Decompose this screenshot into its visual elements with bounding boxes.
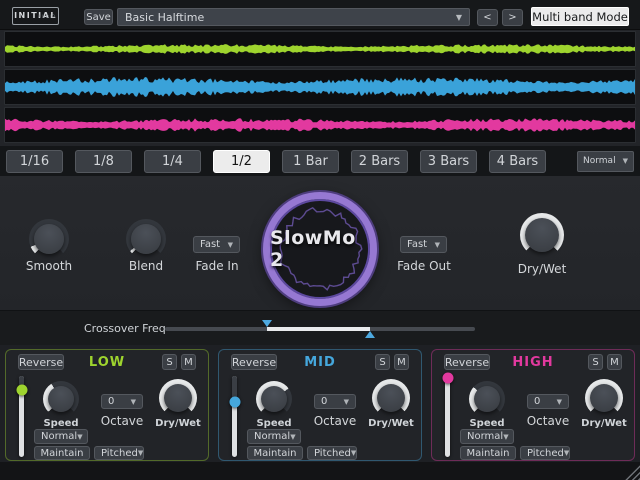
preset-next-button[interactable]: > xyxy=(502,9,523,26)
crossover-freq-slider[interactable] xyxy=(165,327,475,331)
time-division-row: 1/16 1/8 1/4 1/2 1 Bar 2 Bars 3 Bars 4 B… xyxy=(0,146,640,176)
logo-sub-text: AUDIO xyxy=(38,9,56,24)
division-button-4-bars[interactable]: 4 Bars xyxy=(489,150,546,173)
chevron-down-icon: ▼ xyxy=(564,449,569,457)
chevron-down-icon: ▼ xyxy=(77,433,82,441)
crossover-range-fill xyxy=(267,327,369,331)
division-button-3-bars[interactable]: 3 Bars xyxy=(420,150,477,173)
low-mute-button[interactable]: M xyxy=(181,354,196,370)
division-button-1-8[interactable]: 1/8 xyxy=(75,150,132,173)
low-band-title: LOW xyxy=(6,355,208,370)
waveform-display-high xyxy=(4,107,636,143)
blend-label: Blend xyxy=(106,259,186,273)
fade-in-label: Fade In xyxy=(186,259,248,273)
crossover-handle-low-mid[interactable] xyxy=(262,320,272,327)
low-dry-wet-label: Dry/Wet xyxy=(147,418,209,429)
high-octave-select[interactable]: 0 ▼ xyxy=(527,394,569,409)
chevron-down-icon: ▼ xyxy=(435,241,440,249)
preset-prev-button[interactable]: < xyxy=(477,9,498,26)
high-pitch-mode-select[interactable]: Pitched ▼ xyxy=(520,446,570,460)
high-dry-wet-knob[interactable] xyxy=(585,379,623,417)
waveform-display-mid xyxy=(4,69,636,105)
low-maintain-button[interactable]: Maintain xyxy=(34,446,90,460)
division-button-1-4[interactable]: 1/4 xyxy=(144,150,201,173)
waveform-low-graphic xyxy=(5,32,635,66)
high-band-title: HIGH xyxy=(432,355,634,370)
top-bar: INITIAL AUDIO Save Basic Halftime ▼ < > … xyxy=(0,0,640,30)
waveform-mid-graphic xyxy=(5,70,635,104)
band-panel-mid: Reverse MID S M Speed 0 ▼ Octave Dry/Wet… xyxy=(218,349,422,461)
crossover-section: Crossover Freq xyxy=(0,310,640,345)
low-speed-knob[interactable] xyxy=(43,381,79,417)
dry-wet-label: Dry/Wet xyxy=(505,262,579,276)
fade-out-label: Fade Out xyxy=(392,259,456,273)
mid-speed-knob[interactable] xyxy=(256,381,292,417)
mid-band-title: MID xyxy=(219,355,421,370)
smooth-label: Smooth xyxy=(9,259,89,273)
mid-dry-wet-knob[interactable] xyxy=(372,379,410,417)
plugin-name: SlowMo 2 xyxy=(270,199,370,299)
initial-audio-logo: INITIAL AUDIO xyxy=(12,7,59,25)
division-button-2-bars[interactable]: 2 Bars xyxy=(351,150,408,173)
high-speed-knob[interactable] xyxy=(469,381,505,417)
low-pitch-mode-select[interactable]: Pitched ▼ xyxy=(94,446,144,460)
bands-section: Reverse LOW S M Speed 0 ▼ Octave Dry/Wet… xyxy=(0,345,640,462)
mid-dry-wet-label: Dry/Wet xyxy=(360,418,422,429)
high-solo-button[interactable]: S xyxy=(588,354,603,370)
low-solo-button[interactable]: S xyxy=(162,354,177,370)
high-mode-select[interactable]: Normal ▼ xyxy=(460,429,514,444)
waveform-high-graphic xyxy=(5,108,635,142)
high-level-slider[interactable] xyxy=(441,376,454,457)
save-button[interactable]: Save xyxy=(84,9,113,25)
bottom-bar xyxy=(0,462,640,480)
band-panel-high: Reverse HIGH S M Speed 0 ▼ Octave Dry/We… xyxy=(431,349,635,461)
mid-level-slider[interactable] xyxy=(228,376,241,457)
preset-name: Basic Halftime xyxy=(125,11,204,24)
high-mute-button[interactable]: M xyxy=(607,354,622,370)
blend-knob[interactable] xyxy=(126,219,166,259)
playback-mode-select[interactable]: Normal ▼ xyxy=(577,151,634,172)
chevron-down-icon: ▼ xyxy=(623,157,628,165)
waveform-display-low xyxy=(4,31,636,67)
low-octave-select[interactable]: 0 ▼ xyxy=(101,394,143,409)
division-button-1-16[interactable]: 1/16 xyxy=(6,150,63,173)
mid-pitch-mode-select[interactable]: Pitched ▼ xyxy=(307,446,357,460)
high-slider-handle[interactable] xyxy=(442,372,453,383)
chevron-down-icon: ▼ xyxy=(344,398,349,406)
mid-slider-handle[interactable] xyxy=(229,396,240,407)
fade-in-select[interactable]: Fast ▼ xyxy=(193,236,240,253)
chevron-down-icon: ▼ xyxy=(290,433,295,441)
low-dry-wet-knob[interactable] xyxy=(159,379,197,417)
preset-select[interactable]: Basic Halftime ▼ xyxy=(117,8,470,26)
chevron-down-icon: ▼ xyxy=(228,241,233,249)
slowmo2-plugin-window: INITIAL AUDIO Save Basic Halftime ▼ < > … xyxy=(0,0,640,480)
fade-out-select[interactable]: Fast ▼ xyxy=(400,236,447,253)
dry-wet-knob[interactable] xyxy=(520,213,564,257)
chevron-down-icon: ▼ xyxy=(138,449,143,457)
division-button-1-2[interactable]: 1/2 xyxy=(213,150,270,173)
low-level-slider[interactable] xyxy=(15,376,28,457)
chevron-down-icon: ▼ xyxy=(351,449,356,457)
resize-grip[interactable] xyxy=(624,464,640,480)
mid-maintain-button[interactable]: Maintain xyxy=(247,446,303,460)
low-slider-handle[interactable] xyxy=(16,384,27,395)
slowmo2-logo-badge: SlowMo 2 xyxy=(263,192,377,306)
mid-octave-select[interactable]: 0 ▼ xyxy=(314,394,356,409)
multi-band-mode-button[interactable]: Multi band Mode xyxy=(531,7,629,26)
low-mode-select[interactable]: Normal ▼ xyxy=(34,429,88,444)
chevron-down-icon: ▼ xyxy=(557,398,562,406)
mid-mute-button[interactable]: M xyxy=(394,354,409,370)
high-maintain-button[interactable]: Maintain xyxy=(460,446,516,460)
band-panel-low: Reverse LOW S M Speed 0 ▼ Octave Dry/Wet… xyxy=(5,349,209,461)
mid-mode-select[interactable]: Normal ▼ xyxy=(247,429,301,444)
high-dry-wet-label: Dry/Wet xyxy=(573,418,635,429)
smooth-knob[interactable] xyxy=(29,219,69,259)
crossover-handle-mid-high[interactable] xyxy=(365,331,375,338)
chevron-down-icon: ▼ xyxy=(456,13,462,22)
mid-solo-button[interactable]: S xyxy=(375,354,390,370)
division-button-1-bar[interactable]: 1 Bar xyxy=(282,150,339,173)
chevron-down-icon: ▼ xyxy=(503,433,508,441)
crossover-freq-label: Crossover Freq xyxy=(84,322,166,335)
chevron-down-icon: ▼ xyxy=(131,398,136,406)
